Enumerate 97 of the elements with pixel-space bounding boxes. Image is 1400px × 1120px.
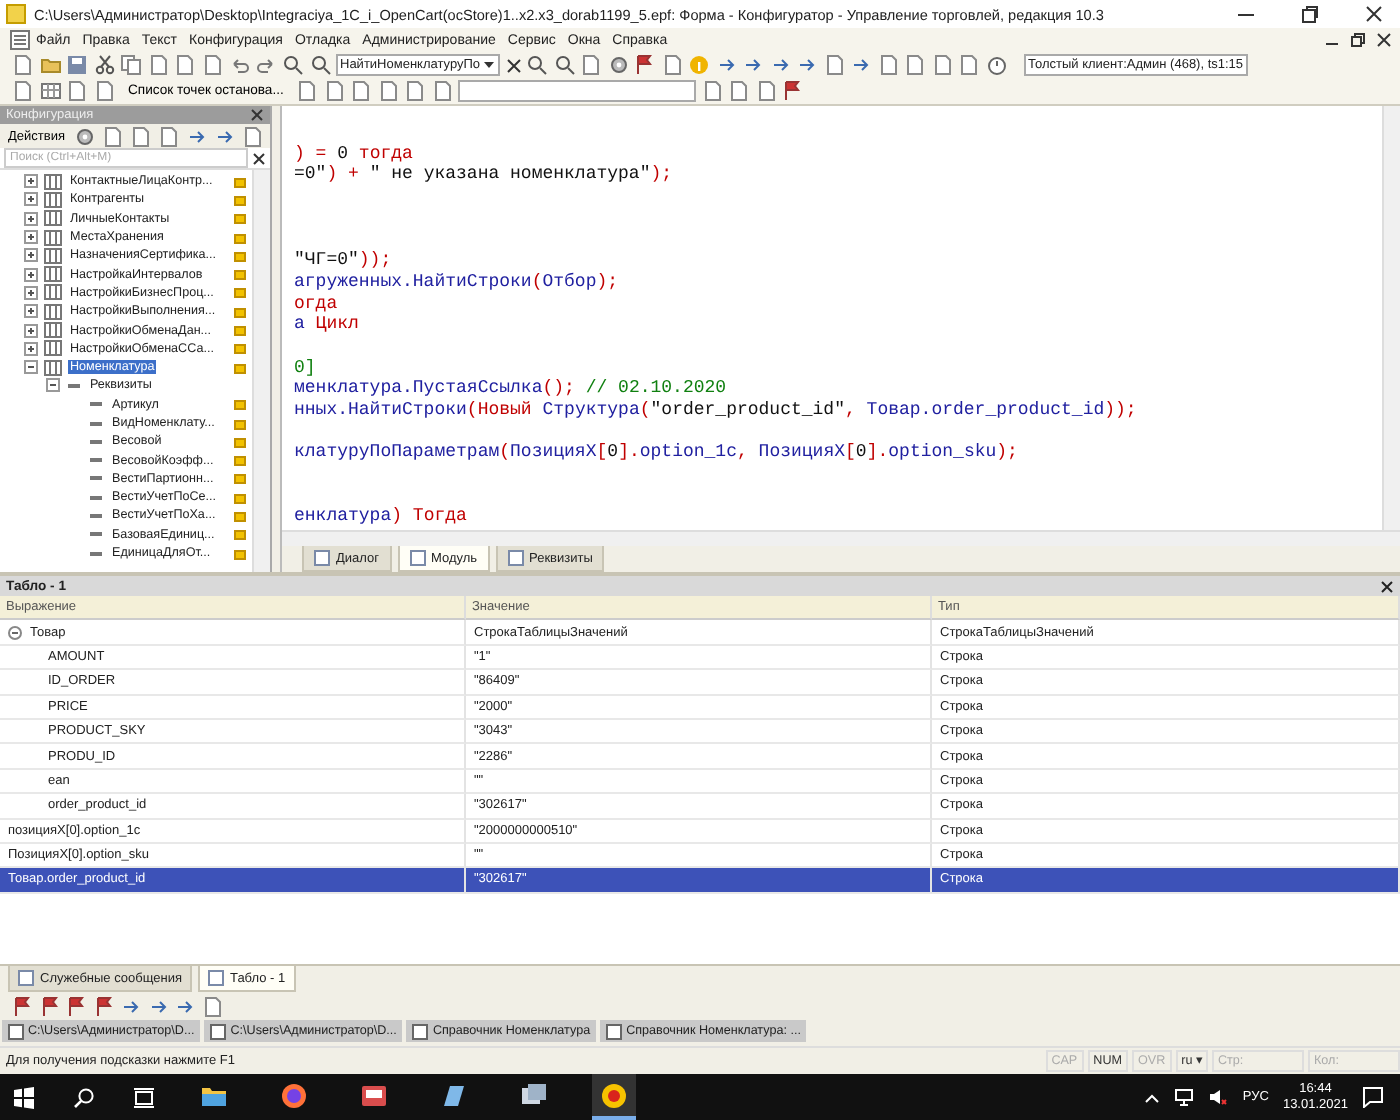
arrow-icon[interactable] bbox=[214, 125, 237, 147]
redo-icon[interactable] bbox=[255, 54, 277, 76]
collapse-icon[interactable] bbox=[46, 378, 60, 393]
flag-icon[interactable] bbox=[634, 54, 657, 76]
copy-icon[interactable] bbox=[120, 54, 142, 76]
table-icon bbox=[44, 191, 62, 208]
page-icon bbox=[409, 550, 425, 566]
window-icon bbox=[8, 1023, 24, 1039]
app-icon[interactable] bbox=[520, 1081, 548, 1109]
table-icon bbox=[44, 266, 62, 283]
code-line: огда bbox=[294, 293, 340, 315]
arrow-icon[interactable] bbox=[147, 995, 169, 1017]
close-icon[interactable] bbox=[1376, 32, 1392, 48]
window-icon bbox=[412, 1023, 429, 1039]
expand-icon[interactable] bbox=[24, 341, 38, 356]
app-icon[interactable] bbox=[600, 1081, 628, 1109]
expand-icon[interactable] bbox=[24, 174, 38, 189]
arrow-icon[interactable] bbox=[174, 995, 196, 1017]
chevron-up-icon[interactable] bbox=[1144, 1089, 1161, 1105]
code-line: менклатура.ПустаяСсылка(); // 02.10.2020 bbox=[294, 378, 729, 400]
code-line: енклатура) Тогда bbox=[294, 506, 469, 529]
expand-icon[interactable] bbox=[24, 230, 38, 245]
speaker-icon[interactable] bbox=[1208, 1088, 1229, 1106]
search-icon[interactable] bbox=[553, 54, 576, 76]
arrow-icon[interactable] bbox=[769, 54, 792, 76]
scrollbar[interactable] bbox=[282, 530, 1400, 546]
table-icon bbox=[44, 210, 62, 227]
page-icon bbox=[314, 550, 330, 566]
notification-icon[interactable] bbox=[1362, 1086, 1384, 1108]
code-line: "ЧГ=0")); bbox=[294, 250, 394, 272]
table-icon bbox=[44, 284, 62, 301]
expand-icon[interactable] bbox=[24, 285, 38, 300]
expand-icon[interactable] bbox=[24, 323, 38, 338]
code-line: нных.НайтиСтроки(Новый Структура("order_product_id", Товар.order_product_id)); bbox=[294, 399, 1139, 422]
search-icon[interactable] bbox=[526, 54, 549, 76]
code-line: клатуруПоПараметрам(ПозицияX[0].option_1c, ПозицияX[0].option_sku); bbox=[294, 442, 1020, 464]
table-icon bbox=[44, 173, 62, 190]
arrow-icon[interactable] bbox=[715, 54, 738, 76]
expand-icon[interactable] bbox=[24, 267, 38, 282]
collapse-icon[interactable] bbox=[24, 360, 38, 375]
table-icon bbox=[44, 247, 62, 264]
expand-icon[interactable] bbox=[24, 211, 38, 226]
arrow-icon[interactable] bbox=[742, 54, 765, 76]
code-line: 0] bbox=[294, 357, 318, 379]
scissors-icon[interactable] bbox=[93, 54, 115, 76]
expand-icon[interactable] bbox=[24, 192, 38, 207]
search-icon[interactable] bbox=[282, 54, 304, 76]
page-icon bbox=[208, 970, 225, 986]
close-icon[interactable] bbox=[1364, 4, 1384, 24]
code-line: =0") + " не указана номенклатура"); bbox=[294, 164, 675, 187]
stopwatch-icon[interactable] bbox=[985, 54, 1008, 76]
table-icon bbox=[44, 340, 62, 357]
menu-icon[interactable] bbox=[10, 30, 30, 50]
window-icon bbox=[210, 1023, 227, 1039]
app-icon bbox=[6, 4, 26, 24]
search-icon[interactable] bbox=[72, 1085, 96, 1109]
task-view-icon[interactable] bbox=[132, 1085, 156, 1109]
arrow-icon[interactable] bbox=[186, 125, 209, 147]
restore-icon[interactable] bbox=[1300, 4, 1320, 24]
flag-icon[interactable] bbox=[782, 80, 805, 102]
browser-icon[interactable] bbox=[280, 1081, 308, 1109]
collapse-icon[interactable] bbox=[8, 625, 22, 640]
scrollbar[interactable] bbox=[252, 170, 270, 572]
close-icon[interactable] bbox=[252, 151, 266, 165]
windows-icon[interactable] bbox=[12, 1085, 36, 1109]
arrow-icon[interactable] bbox=[850, 54, 873, 76]
arrow-icon[interactable] bbox=[796, 54, 819, 76]
flag-icon[interactable] bbox=[93, 995, 115, 1017]
page-icon bbox=[18, 970, 34, 986]
undo-icon[interactable] bbox=[228, 54, 250, 76]
network-icon[interactable] bbox=[1174, 1088, 1195, 1106]
code-line: а Цикл bbox=[294, 314, 361, 336]
flag-icon[interactable] bbox=[12, 995, 34, 1017]
code-line: ) = 0 тогда bbox=[294, 143, 415, 165]
arrow-icon[interactable] bbox=[120, 995, 142, 1017]
search-icon[interactable] bbox=[309, 54, 331, 76]
dropdown-icon[interactable] bbox=[482, 58, 497, 72]
code-line: агруженных.НайтиСтроки(Отбор); bbox=[294, 271, 621, 293]
combo-field[interactable] bbox=[458, 80, 697, 102]
table-icon bbox=[44, 303, 62, 320]
app-icon[interactable] bbox=[360, 1081, 388, 1109]
app-icon[interactable] bbox=[440, 1081, 468, 1109]
expand-icon[interactable] bbox=[24, 304, 38, 319]
window-icon bbox=[606, 1023, 623, 1039]
scrollbar[interactable] bbox=[1382, 106, 1400, 530]
close-icon[interactable] bbox=[1380, 579, 1394, 593]
table-icon bbox=[44, 229, 62, 246]
expand-icon[interactable] bbox=[24, 248, 38, 263]
restore-icon[interactable] bbox=[1350, 32, 1366, 48]
table-icon bbox=[44, 322, 62, 339]
close-icon[interactable] bbox=[505, 57, 522, 73]
flag-icon[interactable] bbox=[66, 995, 88, 1017]
table-icon bbox=[44, 359, 62, 376]
flag-icon[interactable] bbox=[39, 995, 61, 1017]
floppy-icon[interactable] bbox=[66, 54, 88, 76]
page-icon bbox=[507, 550, 524, 566]
table-icon[interactable] bbox=[39, 80, 61, 102]
